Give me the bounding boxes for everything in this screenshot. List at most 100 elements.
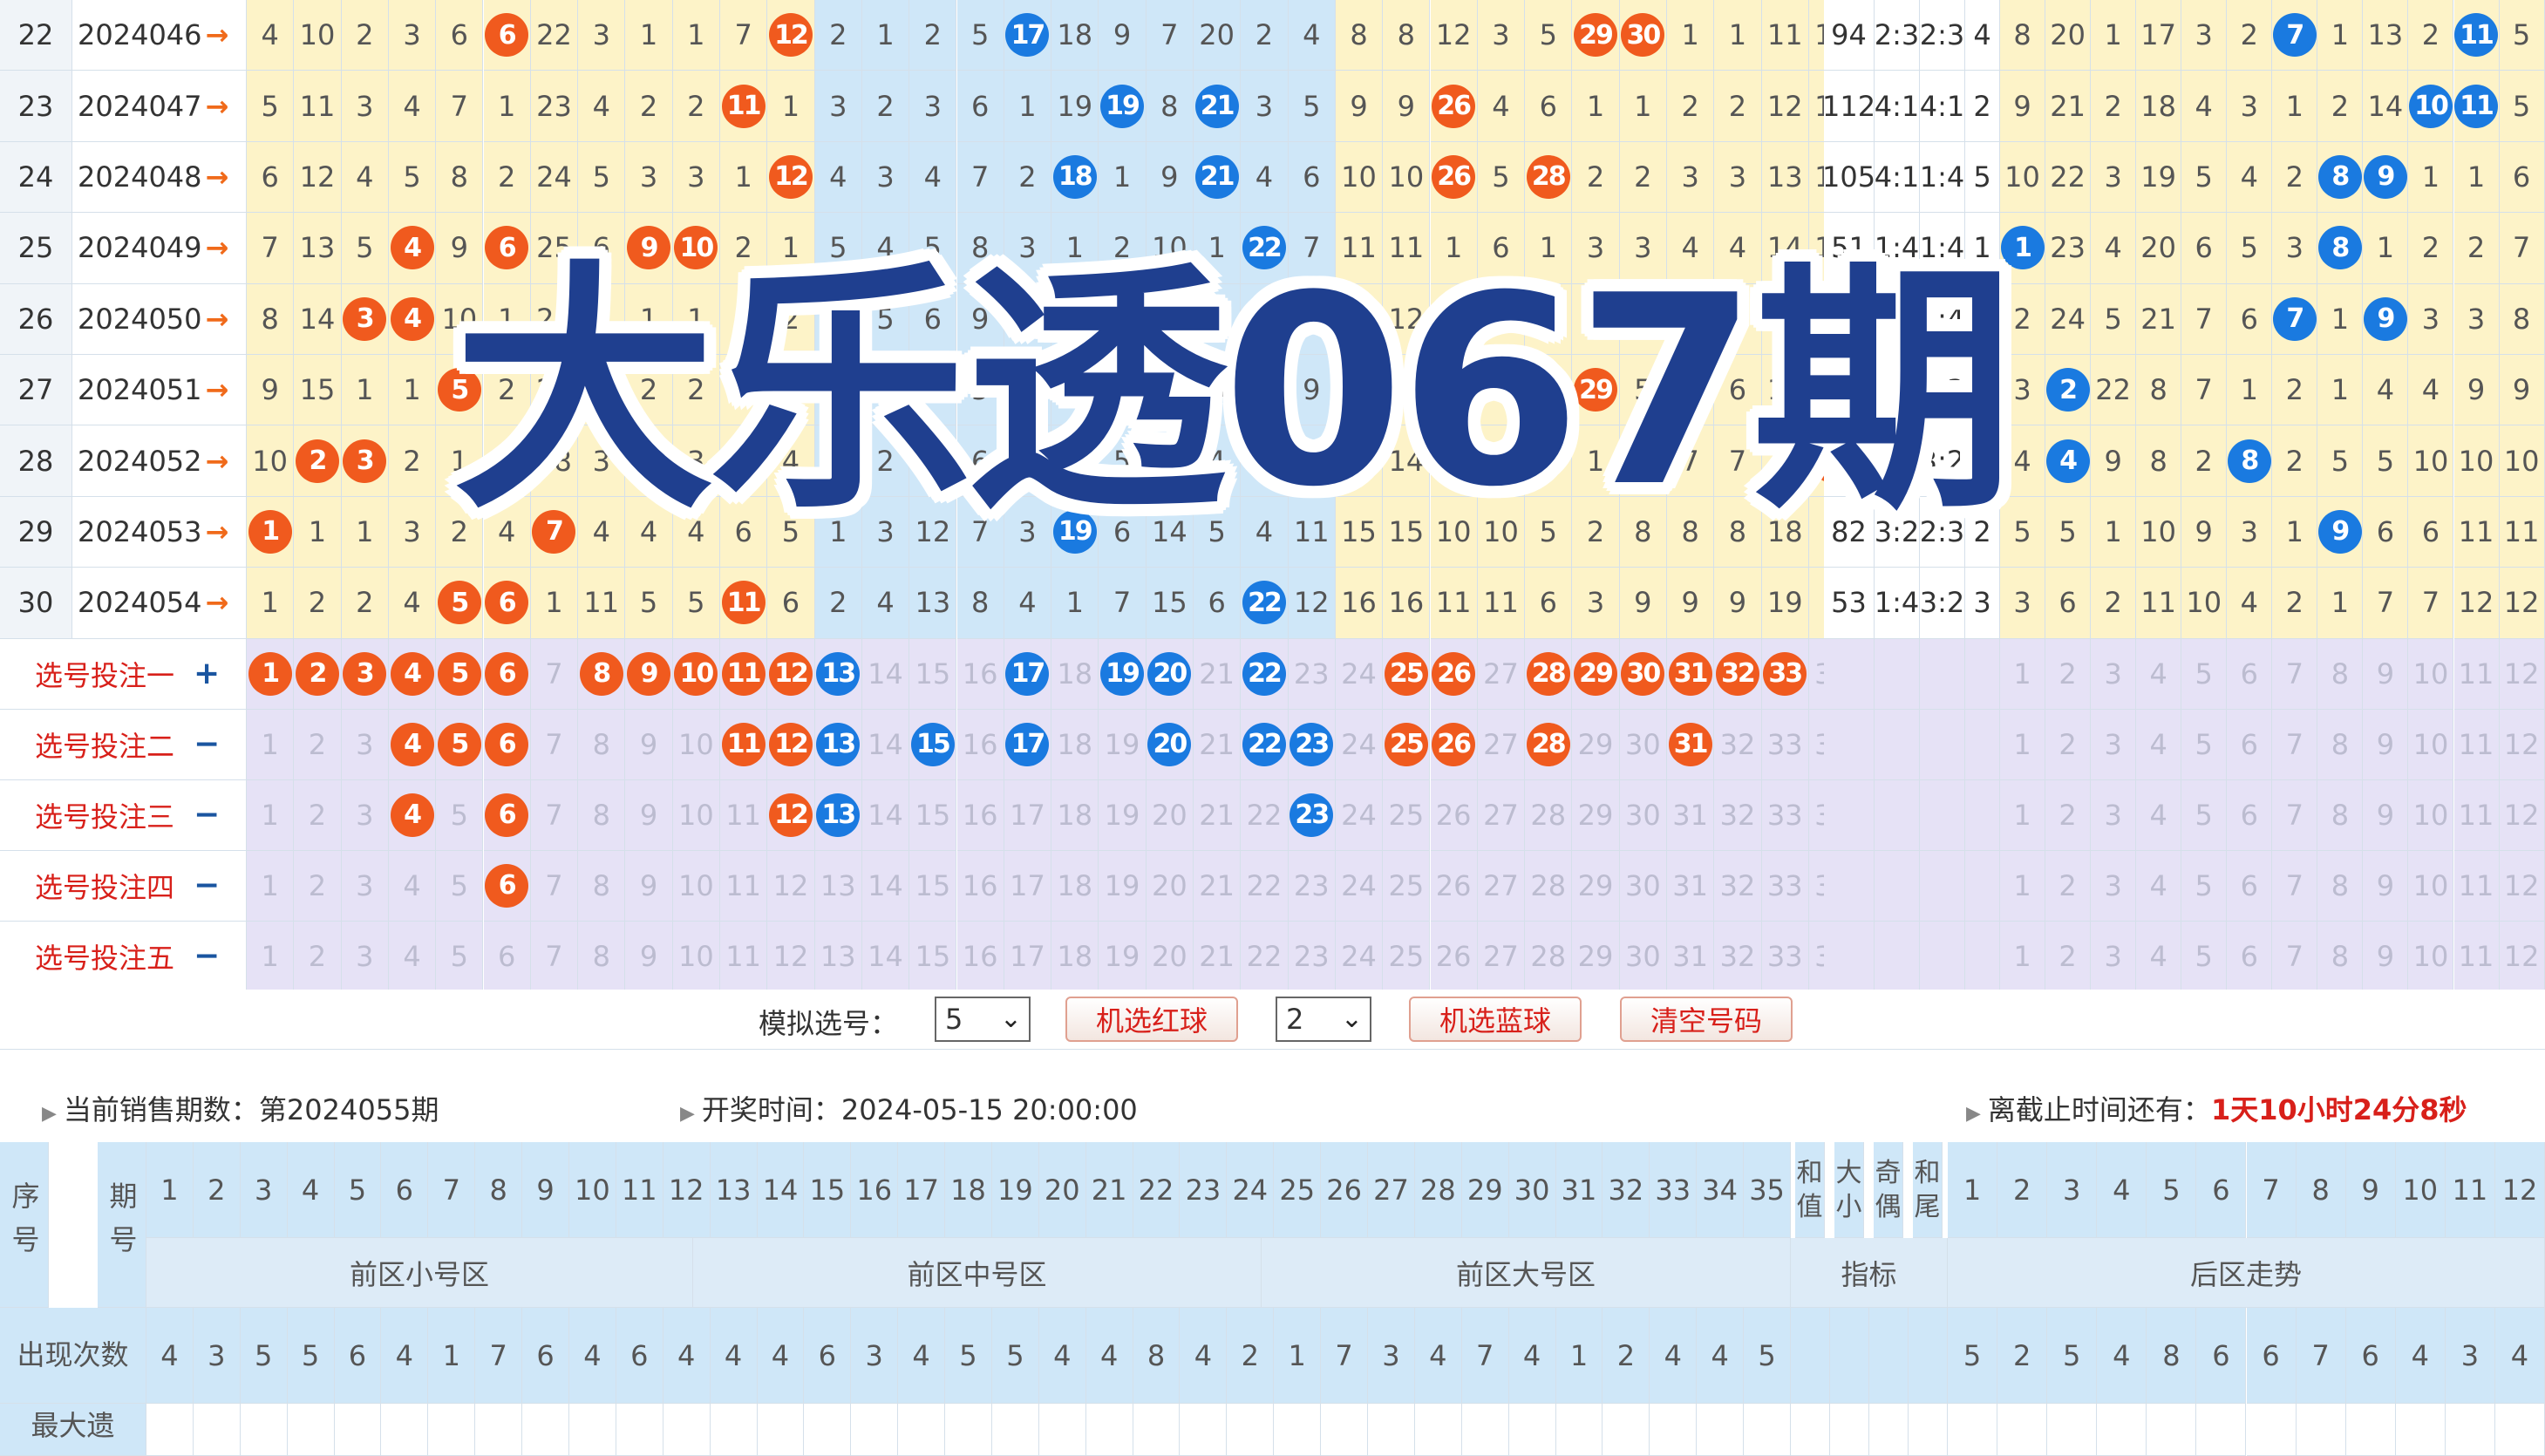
bet-number-cell[interactable]: 15 [909, 779, 957, 851]
number-option[interactable]: 27 [1483, 799, 1519, 832]
number-option[interactable]: 28 [1530, 799, 1566, 832]
number-option[interactable]: 4 [403, 869, 420, 902]
issue-cell[interactable]: 2024054 → [72, 568, 247, 639]
bet-back-cell[interactable]: 7 [2272, 638, 2318, 710]
red-ball[interactable]: 6 [485, 863, 529, 908]
bet-back-cell[interactable]: 7 [2272, 850, 2318, 922]
red-ball[interactable]: 12 [768, 793, 813, 837]
issue-cell[interactable]: 2024053 → [72, 496, 247, 568]
number-option[interactable]: 30 [1625, 728, 1661, 761]
number-option[interactable]: 16 [963, 728, 998, 761]
bet-number-cell[interactable]: 9 [625, 850, 673, 922]
bet-number-cell[interactable]: 21 [1194, 921, 1242, 992]
bet-number-cell[interactable]: 14 [861, 921, 910, 992]
number-option[interactable]: 16 [963, 869, 998, 902]
minus-icon[interactable]: − [194, 867, 220, 903]
bet-number-cell[interactable]: 8 [578, 921, 626, 992]
red-ball[interactable]: 4 [390, 651, 434, 696]
bet-number-cell[interactable]: 18 [1051, 779, 1099, 851]
bet-number-cell[interactable]: 31 [1667, 779, 1715, 851]
red-ball[interactable]: 4 [390, 793, 434, 837]
bet-number-cell[interactable]: 31 [1667, 638, 1715, 710]
bet-number-cell[interactable]: 5 [436, 779, 484, 851]
bet-number-cell[interactable]: 11 [720, 779, 768, 851]
number-option[interactable]: 5 [451, 869, 468, 902]
bet-back-cell[interactable]: 4 [2136, 850, 2182, 922]
number-option[interactable]: 11 [725, 940, 761, 973]
issue-cell[interactable]: 2024049 → [72, 213, 247, 284]
bet-number-cell[interactable]: 6 [483, 709, 531, 780]
bet-number-cell[interactable]: 3 [341, 779, 389, 851]
number-option[interactable]: 15 [915, 657, 950, 691]
issue-cell[interactable]: 2024048 → [72, 141, 247, 214]
number-option[interactable]: 20 [1152, 869, 1187, 902]
bet-back-cell[interactable]: 12 [2499, 638, 2545, 710]
bet-number-cell[interactable]: 3 [341, 850, 389, 922]
number-option[interactable]: 10 [2413, 657, 2449, 691]
bet-number-cell[interactable]: 12 [767, 850, 815, 922]
red-count-select[interactable]: 5 ⌄ [935, 997, 1031, 1042]
red-ball[interactable]: 31 [1668, 722, 1712, 766]
bet-number-cell[interactable]: 15 [909, 709, 957, 780]
bet-number-cell[interactable]: 17 [1004, 709, 1052, 780]
bet-number-cell[interactable]: 24 [1335, 709, 1384, 780]
number-option[interactable]: 18 [1057, 799, 1092, 832]
bet-back-cell[interactable]: 7 [2272, 779, 2318, 851]
number-option[interactable]: 4 [403, 940, 420, 973]
bet-number-cell[interactable]: 10 [672, 638, 720, 710]
bet-back-cell[interactable]: 12 [2499, 779, 2545, 851]
number-option[interactable]: 8 [2331, 869, 2349, 902]
number-option[interactable]: 17 [1010, 799, 1045, 832]
bet-number-cell[interactable]: 9 [625, 779, 673, 851]
number-option[interactable]: 2 [2058, 940, 2076, 973]
number-option[interactable]: 30 [1625, 799, 1661, 832]
number-option[interactable]: 10 [678, 728, 714, 761]
plus-icon[interactable]: + [194, 656, 220, 691]
bet-back-cell[interactable]: 10 [2408, 638, 2454, 710]
bet-back-cell[interactable]: 8 [2317, 921, 2364, 992]
bet-number-cell[interactable]: 30 [1619, 709, 1667, 780]
number-option[interactable]: 12 [2504, 657, 2540, 691]
number-option[interactable]: 10 [678, 940, 714, 973]
bet-back-cell[interactable]: 9 [2363, 638, 2409, 710]
bet-number-cell[interactable]: 5 [436, 709, 484, 780]
bet-back-cell[interactable]: 5 [2181, 779, 2228, 851]
bet-number-cell[interactable]: 16 [956, 921, 1004, 992]
red-ball[interactable]: 12 [768, 722, 813, 766]
number-option[interactable]: 2 [2058, 869, 2076, 902]
issue-cell[interactable]: 2024046 → [72, 0, 247, 71]
blue-ball[interactable]: 17 [1005, 651, 1050, 696]
bet-number-cell[interactable]: 6 [483, 850, 531, 922]
number-option[interactable]: 5 [2195, 728, 2213, 761]
number-option[interactable]: 3 [2104, 940, 2121, 973]
bet-number-cell[interactable]: 27 [1477, 850, 1526, 922]
bet-number-cell[interactable]: 1 [247, 709, 295, 780]
issue-cell[interactable]: 2024051 → [72, 355, 247, 426]
number-option[interactable]: 5 [2195, 940, 2213, 973]
red-ball[interactable]: 6 [485, 651, 529, 696]
bet-number-cell[interactable]: 28 [1525, 850, 1573, 922]
number-option[interactable]: 10 [678, 869, 714, 902]
bet-back-cell[interactable]: 9 [2363, 850, 2409, 922]
bet-back-cell[interactable]: 5 [2181, 709, 2228, 780]
bet-number-cell[interactable]: 29 [1572, 709, 1620, 780]
bet-number-cell[interactable]: 33 [1761, 850, 1809, 922]
number-option[interactable]: 33 [1767, 940, 1803, 973]
bet-number-cell[interactable]: 32 [1714, 709, 1762, 780]
number-option[interactable]: 3 [356, 869, 373, 902]
bet-number-cell[interactable]: 28 [1525, 638, 1573, 710]
bet-number-cell[interactable]: 21 [1194, 638, 1242, 710]
number-option[interactable]: 3 [2104, 799, 2121, 832]
bet-number-cell[interactable]: 33 [1761, 709, 1809, 780]
number-option[interactable]: 2 [309, 869, 326, 902]
number-option[interactable]: 2 [309, 728, 326, 761]
number-option[interactable]: 4 [2149, 657, 2167, 691]
bet-number-cell[interactable]: 26 [1430, 779, 1478, 851]
number-option[interactable]: 7 [2286, 940, 2303, 973]
number-option[interactable]: 9 [640, 940, 657, 973]
bet-number-cell[interactable]: 5 [436, 850, 484, 922]
number-option[interactable]: 30 [1625, 869, 1661, 902]
bet-number-cell[interactable]: 8 [578, 638, 626, 710]
blue-ball[interactable]: 22 [1242, 722, 1286, 766]
bet-number-cell[interactable]: 17 [1004, 638, 1052, 710]
